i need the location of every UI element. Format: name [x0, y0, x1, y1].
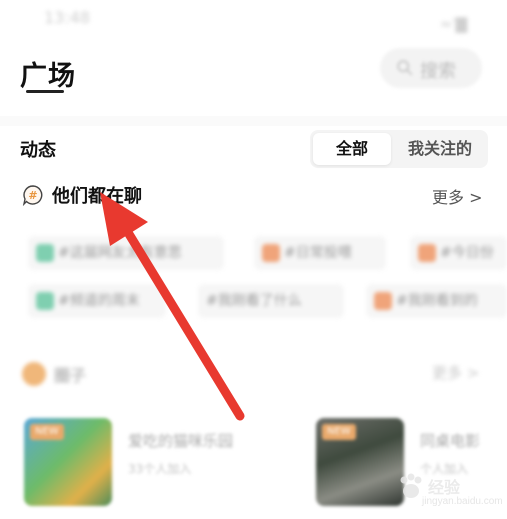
tab-all[interactable]: 全部: [313, 133, 391, 165]
header: 广场 搜索: [0, 40, 507, 112]
search-icon: [397, 60, 413, 76]
circle-thumbnail: NEW: [316, 418, 404, 506]
search-label: 搜索: [420, 61, 456, 82]
topics-header: # 他们都在聊 更多 >: [0, 178, 507, 214]
circle-member-count: 33个人加入: [128, 462, 192, 476]
search-button[interactable]: 搜索: [380, 48, 482, 88]
baidu-jingyan-watermark: 经验 jingyan.baidu.com: [392, 466, 503, 516]
chip-label: #日常投喂: [284, 245, 352, 261]
chip-color-icon: [418, 244, 436, 262]
feed-title: 动态: [20, 140, 56, 161]
circles-header: 圈子 更多 >: [0, 358, 507, 388]
chip-color-icon: [374, 292, 392, 310]
chip-label: #今日份: [440, 245, 494, 261]
status-bar: 13:48 ≈༌▇: [0, 0, 507, 40]
new-badge: NEW: [322, 424, 356, 440]
section-divider: [0, 116, 507, 126]
circle-name: 爱吃的猫咪乐园: [128, 432, 234, 450]
feed-filter-tabs: 全部 我关注的: [310, 130, 488, 168]
circles-title: 圈子: [54, 366, 87, 385]
title-underline: [26, 90, 64, 93]
chip-label: #频道的周末: [58, 293, 140, 309]
circles-more-link[interactable]: 更多 >: [432, 362, 479, 383]
circle-name: 同桌电影: [420, 432, 481, 450]
circle-thumbnail: NEW: [24, 418, 112, 506]
topic-chip[interactable]: #这届网友太有意思: [28, 236, 224, 270]
chip-label: #我刚看了什么: [206, 293, 302, 309]
topic-chip[interactable]: #我刚看了什么: [198, 284, 344, 318]
chip-color-icon: [36, 292, 54, 310]
status-time: 13:48: [44, 8, 91, 27]
topic-chip[interactable]: #频道的周末: [28, 284, 166, 318]
topic-chip[interactable]: #日常投喂: [254, 236, 386, 270]
watermark-url: jingyan.baidu.com: [422, 496, 503, 507]
topics-title: 他们都在聊: [52, 186, 142, 207]
watermark-brand: 经验: [428, 480, 461, 497]
chip-label: #这届网友太有意思: [58, 245, 182, 261]
chip-label: #我刚看到的: [396, 293, 478, 309]
circle-card[interactable]: NEW 爱吃的猫咪乐园 33个人加入: [24, 410, 294, 510]
hashtag-bubble-icon: #: [22, 185, 43, 206]
plaza-screen: 13:48 ≈༌▇ 广场 搜索 动态 全部 我关注的 # 他们都在聊 更多 > …: [0, 0, 507, 519]
new-badge: NEW: [30, 424, 64, 440]
page-title: 广场: [20, 61, 76, 92]
circle-group-icon: [22, 362, 46, 386]
chip-color-icon: [36, 244, 54, 262]
topic-chip[interactable]: #今日份: [410, 236, 507, 270]
chip-color-icon: [262, 244, 280, 262]
topic-chip[interactable]: #我刚看到的: [366, 284, 507, 318]
topics-more-link[interactable]: 更多 >: [432, 184, 483, 208]
svg-text:#: #: [28, 189, 37, 202]
tab-following[interactable]: 我关注的: [394, 133, 486, 165]
